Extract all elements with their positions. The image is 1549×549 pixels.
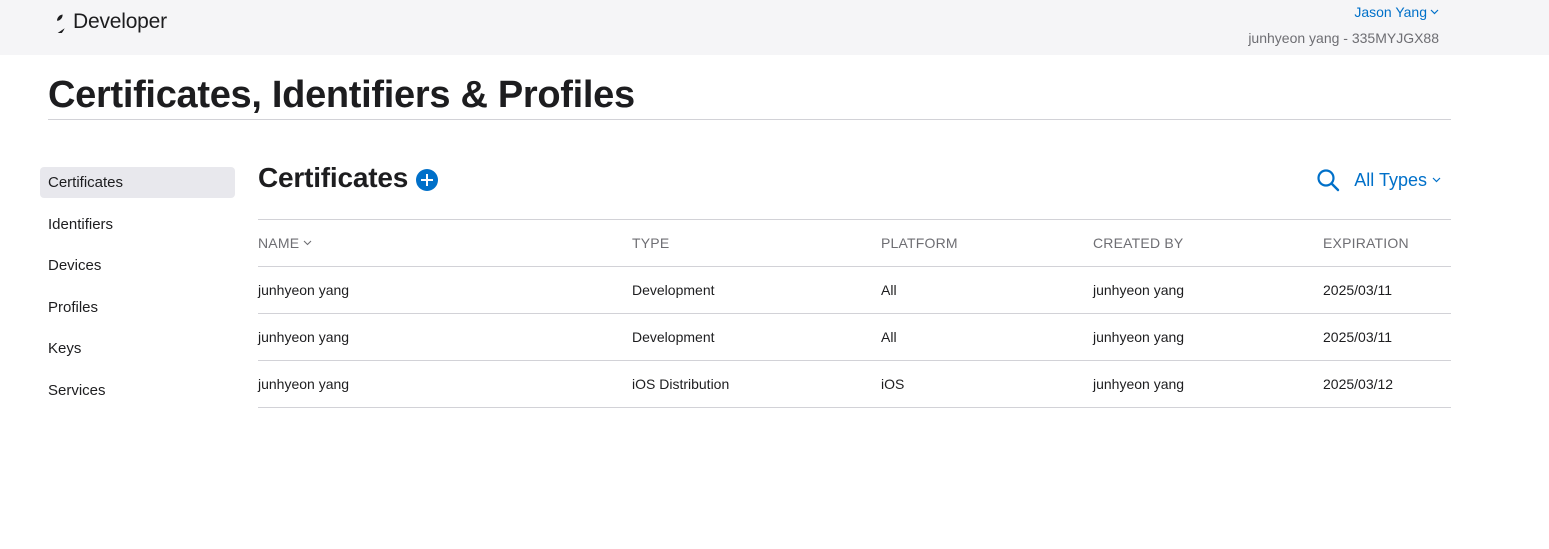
page-title: Certificates, Identifiers & Profiles (48, 74, 635, 116)
sidebar-item-certificates[interactable]: Certificates (40, 167, 235, 198)
cell-platform: All (881, 329, 897, 345)
user-menu[interactable]: Jason Yang (1354, 4, 1439, 20)
cell-type: Development (632, 329, 715, 345)
chevron-down-icon (1432, 177, 1441, 183)
type-filter-dropdown[interactable]: All Types (1354, 170, 1441, 191)
table-header-row: NAME TYPE PLATFORM CREATED BY EXPIRATION (258, 220, 1451, 267)
cell-expiration: 2025/03/12 (1323, 376, 1394, 392)
title-divider (48, 119, 1451, 120)
cell-expiration: 2025/03/11 (1323, 329, 1393, 345)
cell-name: junhyeon yang (258, 329, 350, 345)
top-bar: Developer Jason Yang junhyeon yang - 335… (0, 0, 1549, 55)
developer-brand[interactable]: Developer (48, 10, 167, 34)
chevron-down-icon (1430, 9, 1439, 15)
sidebar-item-devices[interactable]: Devices (40, 250, 235, 281)
cell-expiration: 2025/03/11 (1323, 282, 1393, 298)
type-filter-label: All Types (1354, 169, 1427, 190)
user-name: Jason Yang (1354, 4, 1427, 20)
section-title: Certificates (258, 162, 409, 193)
cell-type: iOS Distribution (632, 376, 730, 392)
cell-platform: All (881, 282, 897, 298)
sidebar-item-identifiers[interactable]: Identifiers (40, 209, 235, 240)
column-header-name-label: NAME (258, 235, 300, 251)
cell-created-by: junhyeon yang (1093, 282, 1185, 298)
sidebar-item-profiles[interactable]: Profiles (40, 292, 235, 323)
sidebar-item-keys[interactable]: Keys (40, 333, 235, 364)
column-header-expiration: EXPIRATION (1323, 235, 1409, 251)
column-header-created-by: CREATED BY (1093, 235, 1184, 251)
certificates-table: NAME TYPE PLATFORM CREATED BY EXPIRATION… (258, 219, 1451, 408)
cell-type: Development (632, 282, 715, 298)
team-name: junhyeon yang - 335MYJGX88 (1248, 30, 1439, 46)
account-info: Jason Yang junhyeon yang - 335MYJGX88 (1248, 4, 1439, 46)
chevron-down-icon (303, 240, 312, 246)
cell-name: junhyeon yang (258, 282, 350, 298)
column-header-platform: PLATFORM (881, 235, 958, 251)
table-tools: All Types (1316, 168, 1441, 192)
table-row[interactable]: junhyeon yang iOS Distribution iOS junhy… (258, 361, 1451, 408)
search-icon[interactable] (1316, 168, 1340, 192)
apple-logo-icon (57, 14, 65, 33)
cell-created-by: junhyeon yang (1093, 329, 1185, 345)
cell-name: junhyeon yang (258, 376, 350, 392)
column-header-type: TYPE (632, 235, 670, 251)
cell-created-by: junhyeon yang (1093, 376, 1185, 392)
column-header-name[interactable]: NAME (258, 235, 312, 251)
add-certificate-button[interactable] (416, 169, 439, 191)
sidebar: Certificates Identifiers Devices Profile… (40, 167, 235, 416)
brand-title: Developer (73, 10, 167, 33)
sidebar-item-services[interactable]: Services (40, 375, 235, 406)
table-row[interactable]: junhyeon yang Development All junhyeon y… (258, 314, 1451, 361)
cell-platform: iOS (881, 376, 905, 392)
section-header: Certificates (258, 162, 439, 194)
table-row[interactable]: junhyeon yang Development All junhyeon y… (258, 267, 1451, 314)
